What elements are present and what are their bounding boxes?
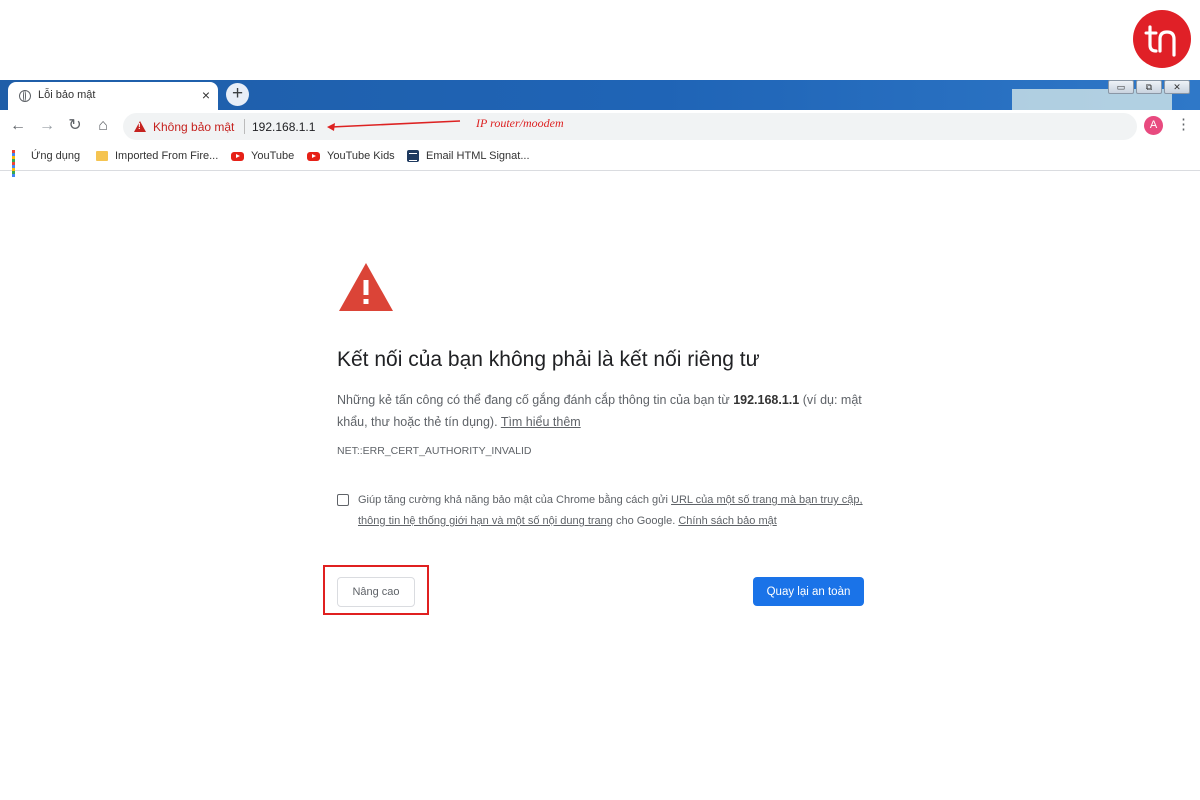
bookmark-email-signature[interactable]: Email HTML Signat... bbox=[407, 147, 530, 165]
security-chip[interactable]: Không bảo mật bbox=[153, 120, 234, 134]
bookmark-label: Email HTML Signat... bbox=[426, 150, 530, 162]
page-title: Kết nối của bạn không phải là kết nối ri… bbox=[337, 348, 760, 371]
bookmark-label: YouTube bbox=[251, 150, 295, 162]
tab-active[interactable]: Lỗi bảo mật × bbox=[8, 82, 218, 110]
profile-avatar[interactable]: A bbox=[1144, 116, 1163, 135]
privacy-policy-link[interactable]: Chính sách bảo mật bbox=[678, 515, 776, 527]
logo-mark-icon bbox=[1144, 25, 1176, 57]
advanced-button[interactable]: Nâng cao bbox=[337, 577, 415, 607]
toolbar: ← → ↻ ⌂ Không bảo mật 192.168.1.1 IP rou… bbox=[0, 110, 1200, 142]
home-button[interactable]: ⌂ bbox=[93, 116, 113, 136]
forward-button[interactable]: → bbox=[37, 116, 57, 136]
reload-button[interactable]: ↻ bbox=[65, 116, 85, 136]
bookmark-label: Ứng dụng bbox=[31, 150, 81, 162]
back-to-safety-button[interactable]: Quay lại an toàn bbox=[753, 577, 864, 606]
error-description: Những kẻ tấn công có thể đang cố gắng đá… bbox=[337, 389, 865, 433]
optin-text: cho Google. bbox=[612, 515, 679, 527]
optin-text: Giúp tăng cường khả năng bảo mật của Chr… bbox=[358, 494, 672, 506]
address-bar[interactable]: Không bảo mật 192.168.1.1 IP router/mood… bbox=[123, 113, 1137, 140]
kebab-menu-icon[interactable]: ⋮ bbox=[1176, 115, 1191, 135]
desc-host: 192.168.1.1 bbox=[733, 393, 800, 407]
tab-strip: Lỗi bảo mật × + ▭ ⧉ ✕ bbox=[0, 80, 1200, 113]
bookmark-youtube-kids[interactable]: YouTube Kids bbox=[307, 147, 395, 165]
omnibox-divider bbox=[244, 119, 245, 134]
back-button[interactable]: ← bbox=[8, 116, 28, 136]
annotation-label: IP router/moodem bbox=[476, 116, 564, 130]
document-icon bbox=[407, 150, 419, 162]
report-optin-checkbox[interactable] bbox=[337, 494, 349, 506]
desc-text: Những kẻ tấn công có thể đang cố gắng đá… bbox=[337, 393, 734, 407]
error-code: NET::ERR_CERT_AUTHORITY_INVALID bbox=[337, 445, 532, 457]
folder-icon bbox=[96, 151, 108, 161]
tab-title: Lỗi bảo mật bbox=[38, 89, 96, 101]
youtube-icon bbox=[307, 151, 320, 161]
minimize-button[interactable]: ▭ bbox=[1108, 80, 1134, 94]
close-window-button[interactable]: ✕ bbox=[1164, 80, 1190, 94]
window-controls: ▭ ⧉ ✕ bbox=[1108, 80, 1200, 95]
url-text[interactable]: 192.168.1.1 bbox=[252, 120, 315, 134]
bookmark-imported-folder[interactable]: Imported From Fire... bbox=[96, 147, 218, 165]
not-secure-warning-icon[interactable] bbox=[134, 121, 146, 132]
report-optin-text: Giúp tăng cường khả năng bảo mật của Chr… bbox=[358, 490, 868, 532]
warning-triangle-icon bbox=[339, 263, 393, 311]
globe-icon bbox=[19, 90, 31, 102]
bookmark-apps[interactable]: Ứng dụng bbox=[12, 147, 81, 177]
bookmark-label: YouTube Kids bbox=[327, 150, 395, 162]
new-tab-button[interactable]: + bbox=[226, 83, 249, 106]
youtube-icon bbox=[231, 151, 244, 161]
bookmark-label: Imported From Fire... bbox=[115, 150, 219, 162]
learn-more-link[interactable]: Tìm hiểu thêm bbox=[501, 415, 581, 429]
site-logo bbox=[1133, 10, 1191, 68]
annotation-arrow-icon bbox=[327, 120, 461, 131]
apps-grid-icon bbox=[12, 150, 24, 177]
bookmarks-bar: Ứng dụng Imported From Fire... YouTube Y… bbox=[0, 142, 1200, 177]
browser-chrome: Lỗi bảo mật × + ▭ ⧉ ✕ ← → ↻ ⌂ Không bảo … bbox=[0, 80, 1200, 177]
bookmark-youtube[interactable]: YouTube bbox=[231, 147, 294, 165]
tab-close-button[interactable]: × bbox=[202, 87, 210, 103]
restore-button[interactable]: ⧉ bbox=[1136, 80, 1162, 94]
